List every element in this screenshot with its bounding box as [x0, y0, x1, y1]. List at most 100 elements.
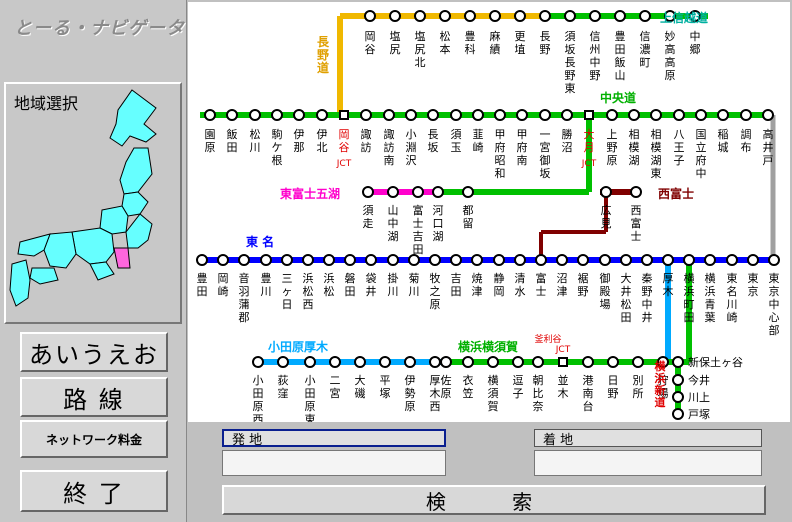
tomei-station[interactable] [450, 254, 462, 266]
chuo-station[interactable] [226, 109, 238, 121]
tomei-station[interactable] [260, 254, 272, 266]
chuo-station[interactable] [427, 109, 439, 121]
chuo-station[interactable] [717, 109, 729, 121]
tomei-station[interactable] [620, 254, 632, 266]
joshinetsu-station[interactable] [439, 10, 451, 22]
chuo-station[interactable] [561, 109, 573, 121]
odawara-station[interactable] [429, 356, 441, 368]
tomei-station[interactable] [217, 254, 229, 266]
chuo-station[interactable] [293, 109, 305, 121]
chuo-station[interactable] [539, 109, 551, 121]
chuo-station[interactable] [472, 109, 484, 121]
odawara-station[interactable] [304, 356, 316, 368]
chuo-station[interactable] [249, 109, 261, 121]
fujigoko-station[interactable] [462, 186, 474, 198]
joshinetsu-station[interactable] [414, 10, 426, 22]
tomei-station[interactable] [704, 254, 716, 266]
tomei-station[interactable] [556, 254, 568, 266]
odawara-station[interactable] [277, 356, 289, 368]
tomei-station[interactable] [493, 254, 505, 266]
joshinetsu-station[interactable] [564, 10, 576, 22]
fujigoko-station[interactable] [387, 186, 399, 198]
fujigoko-station[interactable] [362, 186, 374, 198]
chuo-station[interactable] [383, 109, 395, 121]
yokohama-shindo-station[interactable] [672, 374, 684, 386]
yokosuka-station[interactable] [532, 356, 544, 368]
chuo-station[interactable] [606, 109, 618, 121]
chuo-station[interactable] [628, 109, 640, 121]
yokohama-shindo-station[interactable] [672, 391, 684, 403]
tomei-station[interactable] [768, 254, 780, 266]
from-label[interactable]: 発 地 [222, 429, 446, 448]
from-field[interactable] [222, 450, 446, 476]
chuo-station[interactable] [650, 109, 662, 121]
yokosuka-station[interactable] [440, 356, 452, 368]
tomei-station[interactable] [429, 254, 441, 266]
joshinetsu-station[interactable] [364, 10, 376, 22]
chuo-station[interactable] [673, 109, 685, 121]
odawara-station[interactable] [354, 356, 366, 368]
tomei-station[interactable] [196, 254, 208, 266]
joshinetsu-station[interactable] [489, 10, 501, 22]
tomei-station[interactable] [238, 254, 250, 266]
nishifuji-station[interactable] [630, 186, 642, 198]
fujigoko-station[interactable] [412, 186, 424, 198]
odawara-station[interactable] [379, 356, 391, 368]
odawara-station[interactable] [329, 356, 341, 368]
network-fare-button[interactable]: ネットワーク料金 [20, 420, 168, 458]
chuo-station[interactable] [271, 109, 283, 121]
tomei-station[interactable] [599, 254, 611, 266]
chuo-station[interactable] [762, 109, 774, 121]
tomei-station[interactable] [726, 254, 738, 266]
tomei-station[interactable] [471, 254, 483, 266]
tomei-station[interactable] [535, 254, 547, 266]
tomei-station[interactable] [365, 254, 377, 266]
chuo-station[interactable] [494, 109, 506, 121]
yokosuka-station[interactable] [512, 356, 524, 368]
tomei-station[interactable] [281, 254, 293, 266]
yokosuka-station[interactable] [462, 356, 474, 368]
search-button[interactable]: 検 索 [222, 485, 766, 515]
joshinetsu-station[interactable] [614, 10, 626, 22]
japan-region-map[interactable] [6, 84, 180, 322]
to-label[interactable]: 着 地 [534, 429, 762, 448]
chuo-station[interactable] [204, 109, 216, 121]
tomei-station[interactable] [408, 254, 420, 266]
chuo-station[interactable] [360, 109, 372, 121]
to-field[interactable] [534, 450, 762, 476]
tomei-station[interactable] [577, 254, 589, 266]
yokohama-shindo-station[interactable] [672, 356, 684, 368]
yokohama-shindo-station[interactable] [672, 408, 684, 420]
chuo-station[interactable] [516, 109, 528, 121]
yokosuka-station[interactable] [582, 356, 594, 368]
yokosuka-station[interactable] [487, 356, 499, 368]
joshinetsu-station[interactable] [514, 10, 526, 22]
nishifuji-station[interactable] [600, 186, 612, 198]
tomei-station[interactable] [683, 254, 695, 266]
chuo-station[interactable] [316, 109, 328, 121]
exit-button[interactable]: 終 了 [20, 470, 168, 512]
joshinetsu-station[interactable] [539, 10, 551, 22]
fujigoko-station[interactable] [432, 186, 444, 198]
tomei-station[interactable] [344, 254, 356, 266]
tomei-station[interactable] [302, 254, 314, 266]
chuo-station[interactable] [695, 109, 707, 121]
tomei-station[interactable] [641, 254, 653, 266]
yokosuka-station[interactable] [607, 356, 619, 368]
tomei-station[interactable] [387, 254, 399, 266]
joshinetsu-station[interactable] [464, 10, 476, 22]
route-button[interactable]: 路 線 [20, 377, 168, 417]
tomei-station[interactable] [323, 254, 335, 266]
tomei-station[interactable] [514, 254, 526, 266]
joshinetsu-station[interactable] [389, 10, 401, 22]
chuo-station[interactable] [740, 109, 752, 121]
joshinetsu-station[interactable] [639, 10, 651, 22]
chuo-station[interactable] [405, 109, 417, 121]
yokosuka-station[interactable] [632, 356, 644, 368]
odawara-station[interactable] [404, 356, 416, 368]
chuo-station[interactable] [450, 109, 462, 121]
odawara-station[interactable] [252, 356, 264, 368]
tomei-station[interactable] [747, 254, 759, 266]
aiueo-button[interactable]: あいうえお [20, 332, 168, 372]
joshinetsu-station[interactable] [589, 10, 601, 22]
